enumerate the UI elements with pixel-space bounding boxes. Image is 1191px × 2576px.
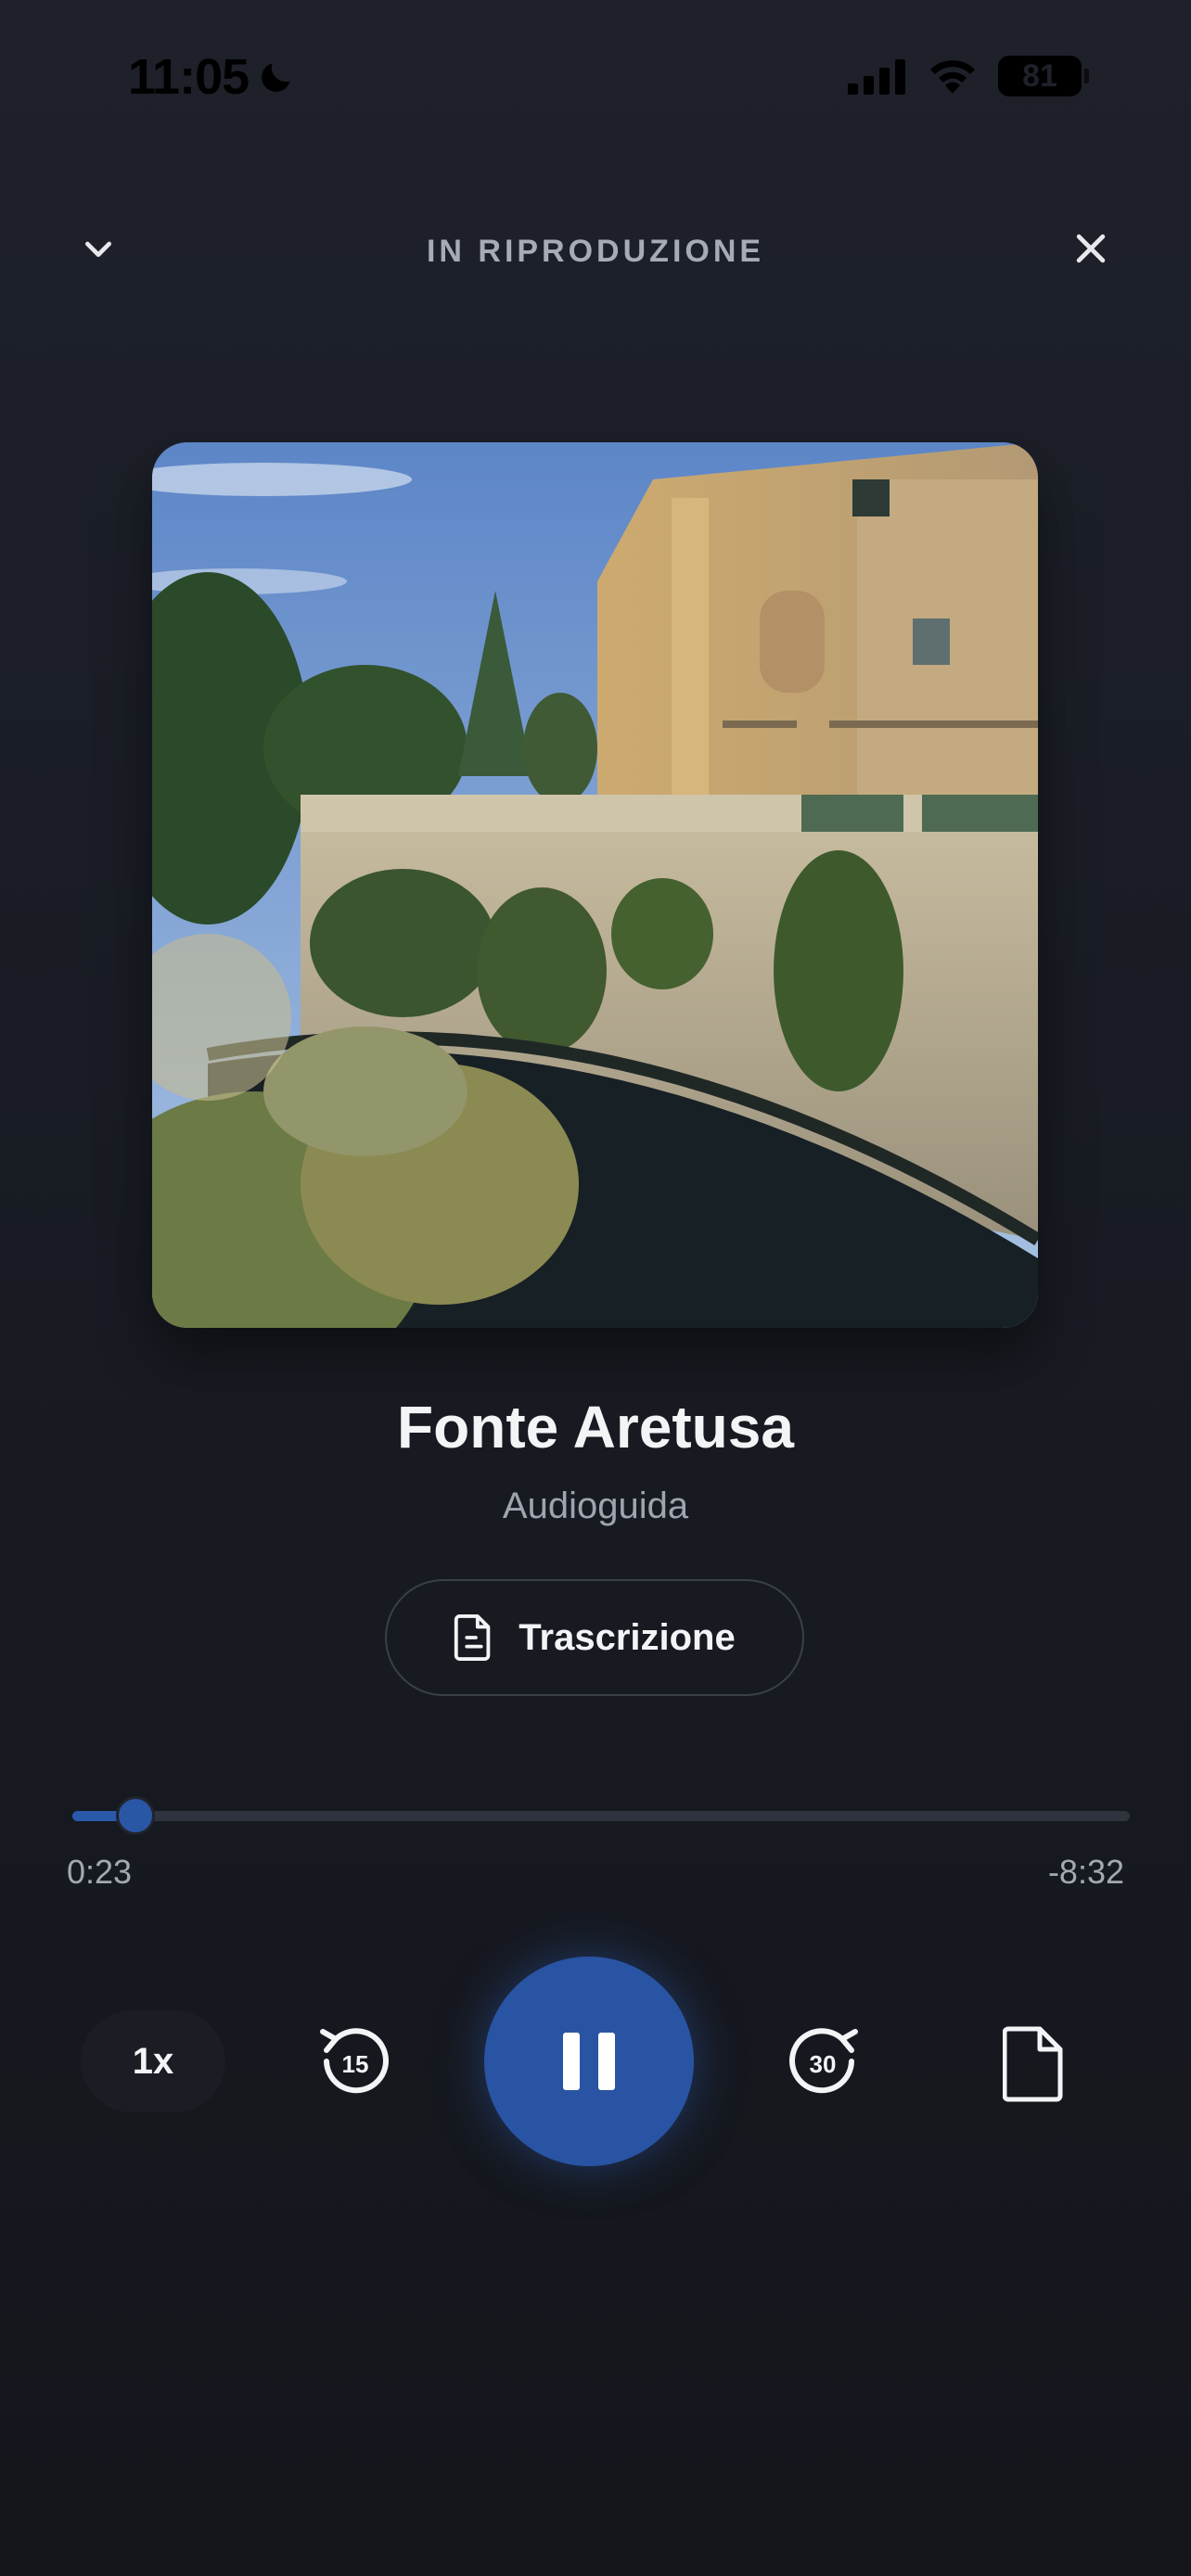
track-title: Fonte Aretusa <box>397 1394 794 1460</box>
progress-track[interactable] <box>72 1811 1130 1821</box>
signal-icon <box>848 59 905 95</box>
wifi-icon <box>930 60 975 94</box>
page-title: IN RIPRODUZIONE <box>426 234 765 269</box>
file-button[interactable] <box>995 2021 1071 2107</box>
remaining-time: -8:32 <box>1047 1853 1124 1891</box>
document-icon <box>455 1614 491 1661</box>
elapsed-time: 0:23 <box>67 1853 133 1891</box>
artwork-image <box>152 442 1038 1328</box>
track-artwork <box>152 442 1038 1328</box>
status-time-label: 11:05 <box>128 49 250 105</box>
battery-icon: 81 <box>998 56 1089 96</box>
progress-thumb[interactable] <box>115 1796 155 1835</box>
playback-speed-button[interactable]: 1x <box>81 2010 225 2112</box>
speed-label: 1x <box>132 2040 174 2082</box>
pause-button[interactable] <box>484 1957 694 2166</box>
moon-icon <box>262 63 290 92</box>
rewind-15-button[interactable]: 15 <box>311 2020 396 2105</box>
forward-30-label: 30 <box>810 2050 837 2078</box>
forward-30-icon: 30 <box>789 2028 858 2094</box>
status-indicators: 81 <box>848 56 1089 96</box>
status-time: 11:05 <box>128 48 297 106</box>
rewind-15-icon: 15 <box>320 2028 389 2094</box>
rewind-15-label: 15 <box>342 2050 369 2078</box>
close-button[interactable] <box>1067 224 1115 273</box>
transcript-button[interactable]: Trascrizione <box>385 1579 804 1696</box>
pause-icon <box>563 2033 615 2090</box>
forward-30-button[interactable]: 30 <box>782 2020 867 2105</box>
file-icon <box>1003 2026 1063 2102</box>
close-icon <box>1076 234 1106 263</box>
battery-level: 81 <box>1022 57 1057 94</box>
transcript-label: Trascrizione <box>519 1616 736 1658</box>
track-subtitle: Audioguida <box>502 1486 689 1526</box>
